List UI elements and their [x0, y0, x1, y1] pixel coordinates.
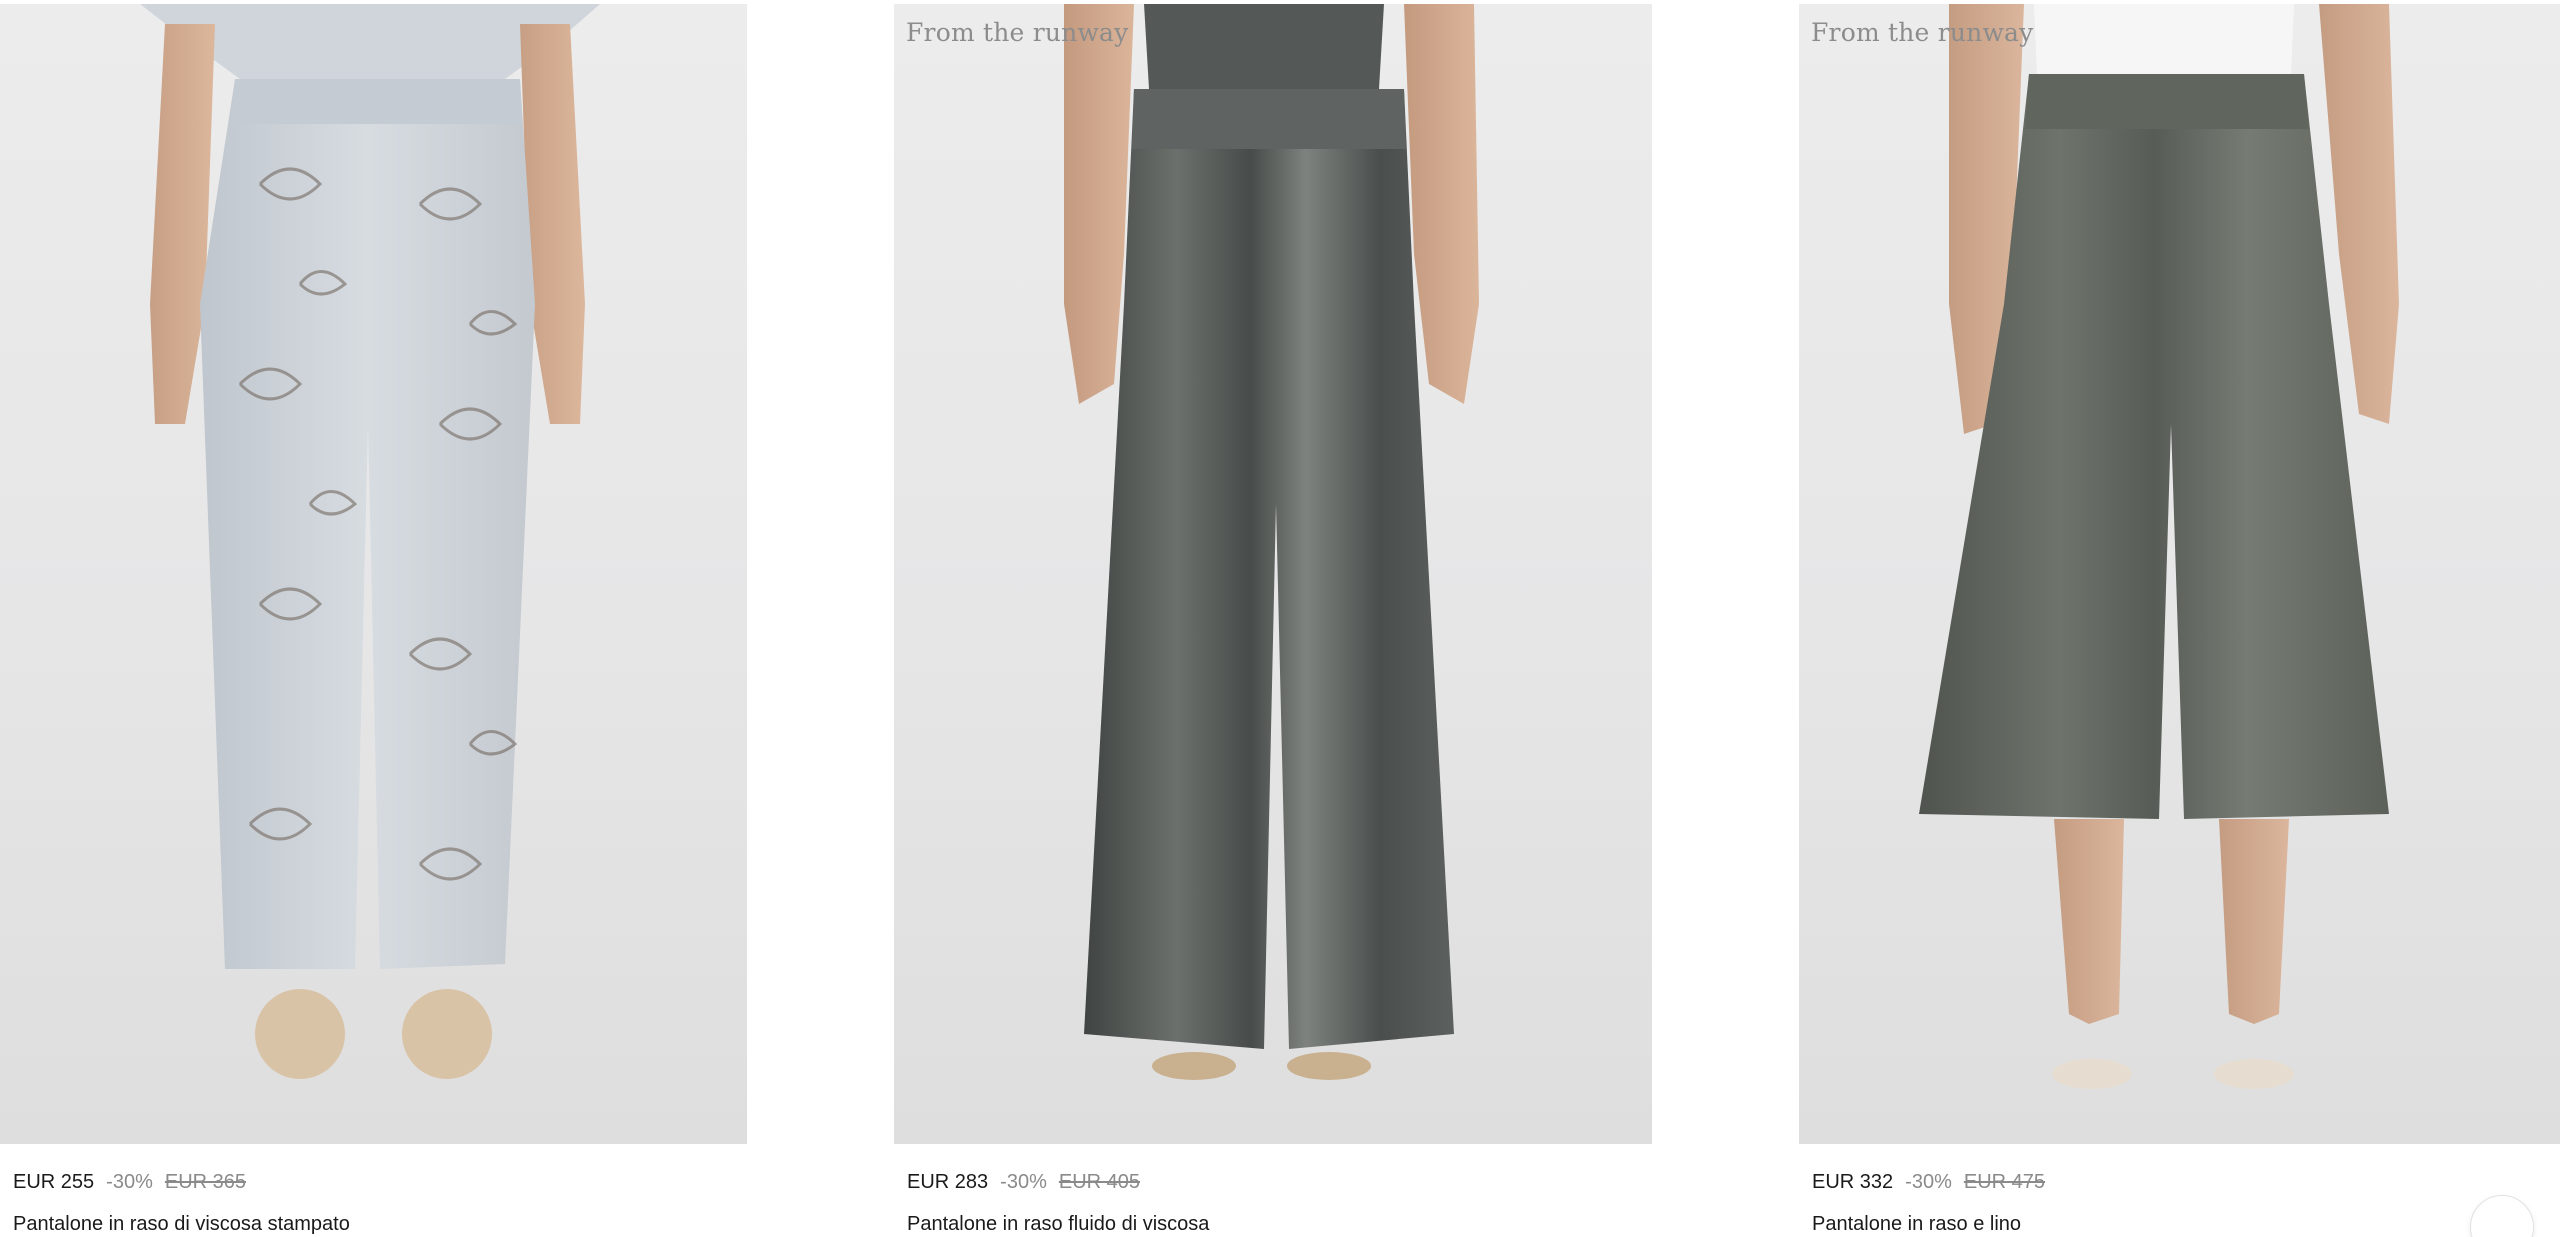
product-name[interactable]: Pantalone in raso di viscosa stampato: [13, 1213, 747, 1236]
current-price: EUR 332: [1812, 1171, 1894, 1193]
discount-badge: -30%: [1000, 1171, 1047, 1193]
price-row: EUR 332 -30% EUR 475: [1812, 1171, 2560, 1194]
product-name[interactable]: Pantalone in raso e lino: [1812, 1213, 2560, 1236]
current-price: EUR 255: [13, 1171, 95, 1193]
original-price: EUR 405: [1058, 1171, 1141, 1193]
product-card-3[interactable]: From the runway EUR 332 -30% EUR 475 Pan…: [1799, 0, 2560, 1236]
product-info-2: EUR 283 -30% EUR 405 Pantalone in raso f…: [894, 1171, 1652, 1236]
runway-badge: From the runway: [1811, 18, 2034, 47]
product-card-2[interactable]: From the runway EUR 283 -30% EUR 405 Pan…: [894, 0, 1652, 1236]
product-photo-printed-pants: [140, 4, 600, 1079]
current-price: EUR 283: [907, 1171, 989, 1193]
discount-badge: -30%: [106, 1171, 153, 1193]
product-photo-culotte-pants: [1919, 4, 2399, 1089]
original-price: EUR 475: [1963, 1171, 2046, 1193]
product-name[interactable]: Pantalone in raso fluido di viscosa: [907, 1213, 1652, 1236]
price-row: EUR 283 -30% EUR 405: [907, 1171, 1652, 1194]
product-photo-satin-wide-pants: [1064, 4, 1479, 1080]
runway-badge: From the runway: [906, 18, 1129, 47]
product-image-2[interactable]: From the runway: [894, 4, 1652, 1144]
product-image-1[interactable]: [0, 4, 747, 1144]
product-grid: EUR 255 -30% EUR 365 Pantalone in raso d…: [0, 0, 2560, 1237]
price-row: EUR 255 -30% EUR 365: [13, 1171, 747, 1194]
product-image-3[interactable]: From the runway: [1799, 4, 2560, 1144]
product-card-1[interactable]: EUR 255 -30% EUR 365 Pantalone in raso d…: [0, 0, 747, 1236]
discount-badge: -30%: [1905, 1171, 1952, 1193]
product-info-3: EUR 332 -30% EUR 475 Pantalone in raso e…: [1799, 1171, 2560, 1236]
original-price: EUR 365: [164, 1171, 247, 1193]
product-info-1: EUR 255 -30% EUR 365 Pantalone in raso d…: [0, 1171, 747, 1236]
